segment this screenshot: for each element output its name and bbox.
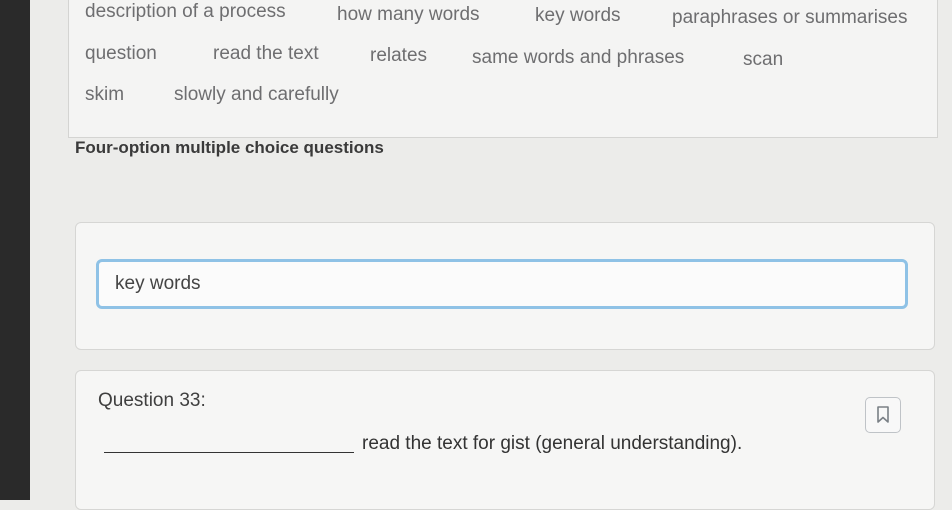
bookmark-button[interactable]	[865, 397, 901, 433]
word-bank-item[interactable]: paraphrases or summarises	[672, 7, 907, 29]
word-bank-item[interactable]: relates	[370, 45, 427, 67]
word-bank-item[interactable]: scan	[743, 49, 783, 71]
section-title: Four-option multiple choice questions	[75, 138, 384, 157]
word-bank-item[interactable]: slowly and carefully	[174, 84, 339, 106]
word-bank: description of a process how many words …	[68, 0, 938, 138]
word-bank-item[interactable]: key words	[535, 5, 621, 27]
word-bank-item[interactable]: question	[85, 43, 157, 65]
question-label: Question 33:	[98, 390, 206, 411]
word-bank-item[interactable]: description of a process	[85, 1, 286, 23]
word-bank-item[interactable]: read the text	[213, 43, 319, 65]
bookmark-icon	[877, 406, 889, 423]
question-text: read the text for gist (general understa…	[362, 433, 743, 454]
word-bank-item[interactable]: same words and phrases	[472, 47, 684, 69]
screen-bezel	[0, 0, 30, 500]
word-bank-item[interactable]: skim	[85, 84, 124, 106]
word-bank-item[interactable]: how many words	[337, 4, 480, 26]
answer-blank	[104, 452, 354, 453]
answer-input[interactable]	[96, 259, 908, 309]
